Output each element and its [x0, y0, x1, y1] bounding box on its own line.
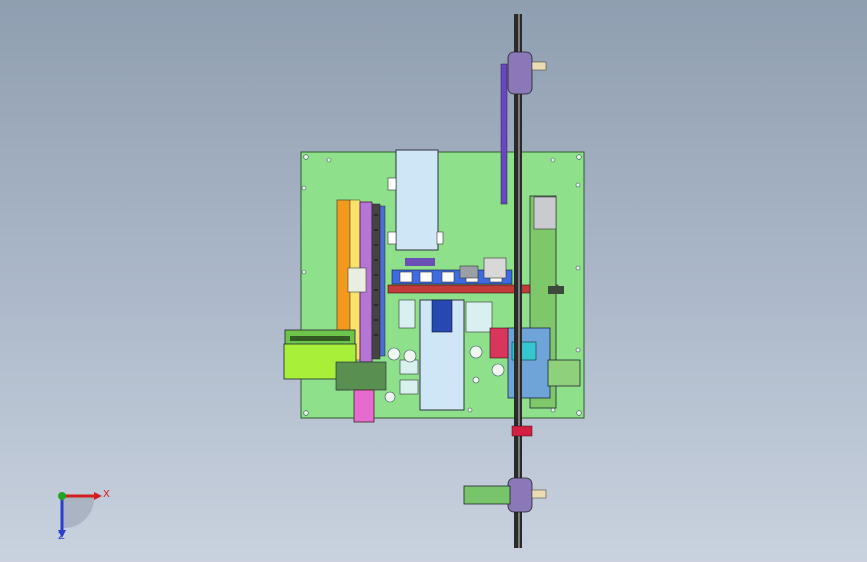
- right-red-part: [489, 327, 509, 359]
- upper-panel-bracket: [387, 177, 397, 191]
- graphics-viewport[interactable]: X Z: [0, 0, 867, 562]
- purple-tie-rod: [500, 63, 508, 205]
- left-guide-block: [347, 267, 367, 293]
- purple-shaft: [405, 258, 435, 266]
- blue-actuator[interactable]: [431, 299, 453, 333]
- upper-cover-panel[interactable]: [395, 149, 439, 251]
- right-motor[interactable]: [547, 359, 581, 387]
- y-axis-dot: [58, 492, 66, 500]
- bottom-pulley[interactable]: [507, 477, 533, 513]
- z-axis-label: Z: [58, 531, 65, 542]
- shaft-knob: [548, 286, 564, 294]
- feeder-box-strip: [290, 336, 350, 341]
- lower-left-block: [335, 361, 387, 391]
- triad-shadow: [62, 496, 95, 529]
- pink-cylinder[interactable]: [353, 389, 375, 423]
- right-column-bracket: [533, 196, 557, 230]
- x-axis-label: X: [103, 489, 110, 500]
- cad-model[interactable]: [0, 0, 867, 562]
- bottom-drive-motor[interactable]: [463, 485, 511, 505]
- orientation-triad[interactable]: X Z: [48, 482, 110, 544]
- top-pulley-shaft: [531, 61, 547, 71]
- x-axis-arrow: [94, 492, 102, 500]
- bottom-pulley-shaft: [531, 489, 547, 499]
- left-rail-blue: [379, 205, 386, 357]
- bottom-red-coupling: [511, 425, 533, 437]
- sensor-block: [483, 257, 507, 279]
- left-rail-dark: [371, 203, 381, 360]
- top-pulley[interactable]: [507, 51, 533, 95]
- upper-panel-bracket: [436, 231, 444, 245]
- right-gripper-brackets: [465, 301, 493, 333]
- grey-block: [459, 265, 479, 279]
- upper-panel-bracket: [387, 231, 397, 245]
